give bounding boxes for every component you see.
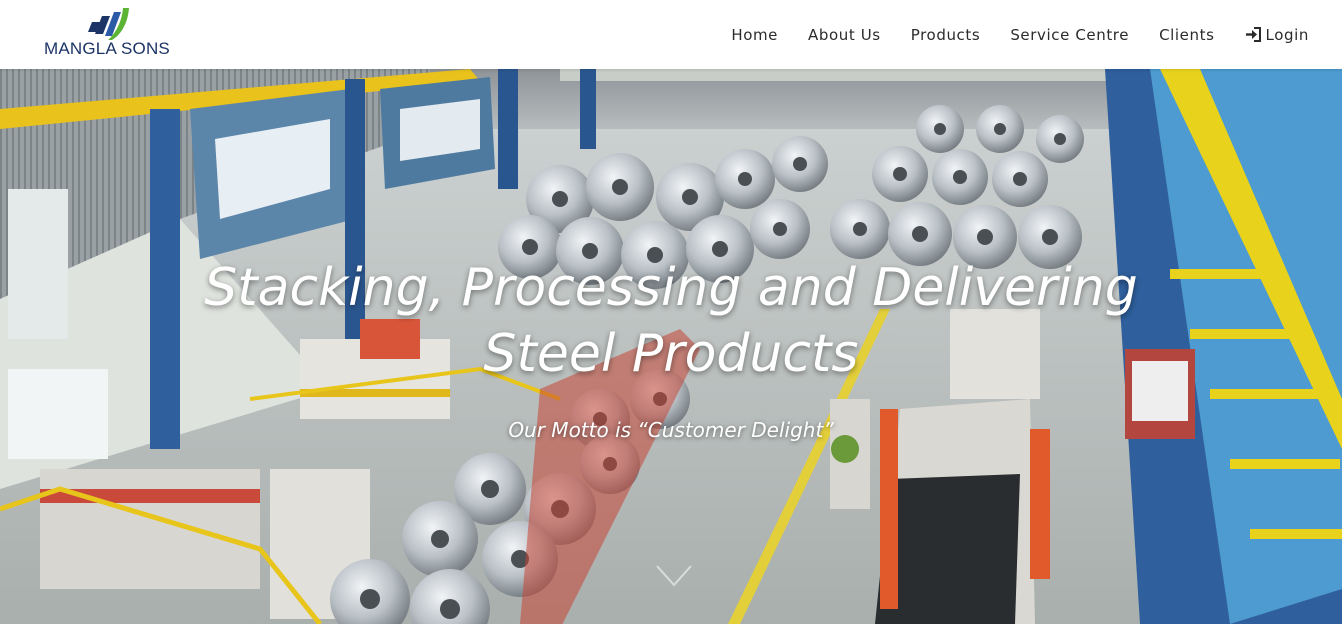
brand-name: MANGLA SONS [44,39,170,58]
nav-about-us[interactable]: About Us [808,26,881,44]
hero-title-line-1: Stacking, Processing and Delivering [204,258,1138,318]
hero-banner: Stacking, Processing and Delivering Stee… [0,69,1342,624]
hero-motto: Our Motto is “Customer Delight” [508,418,834,442]
top-navbar: MANGLA SONS Home About Us Products Servi… [0,0,1342,69]
brand-logo[interactable]: MANGLA SONS [44,8,184,60]
nav-home[interactable]: Home [731,26,778,44]
brand-logo-mark-icon [88,8,129,40]
main-nav: Home About Us Products Service Centre Cl… [731,0,1309,69]
nav-login-label: Login [1265,25,1309,44]
chevron-down-icon[interactable] [655,563,693,589]
nav-clients[interactable]: Clients [1159,26,1214,44]
hero-title-line-2: Steel Products [483,324,859,384]
nav-products[interactable]: Products [911,26,981,44]
hero-title: Stacking, Processing and Delivering Stee… [150,255,1192,387]
nav-service-centre[interactable]: Service Centre [1010,26,1129,44]
sign-in-icon [1245,27,1261,42]
nav-login[interactable]: Login [1245,26,1309,44]
